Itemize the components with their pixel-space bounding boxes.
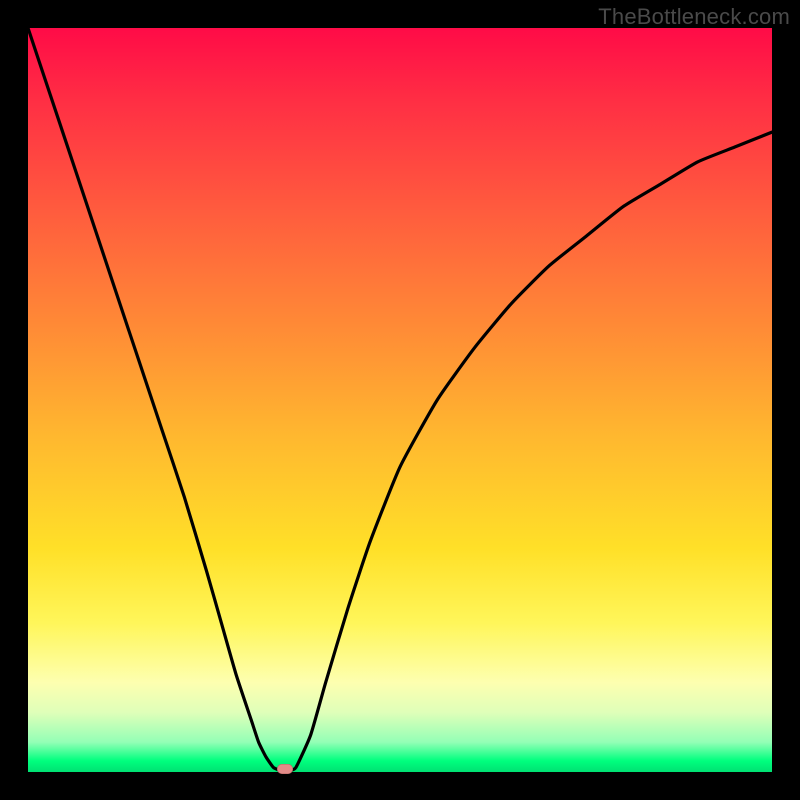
- bottleneck-point-marker: [277, 764, 293, 774]
- plot-area: [28, 28, 772, 772]
- gradient-background: [28, 28, 772, 772]
- watermark-text: TheBottleneck.com: [598, 4, 790, 30]
- chart-frame: TheBottleneck.com: [0, 0, 800, 800]
